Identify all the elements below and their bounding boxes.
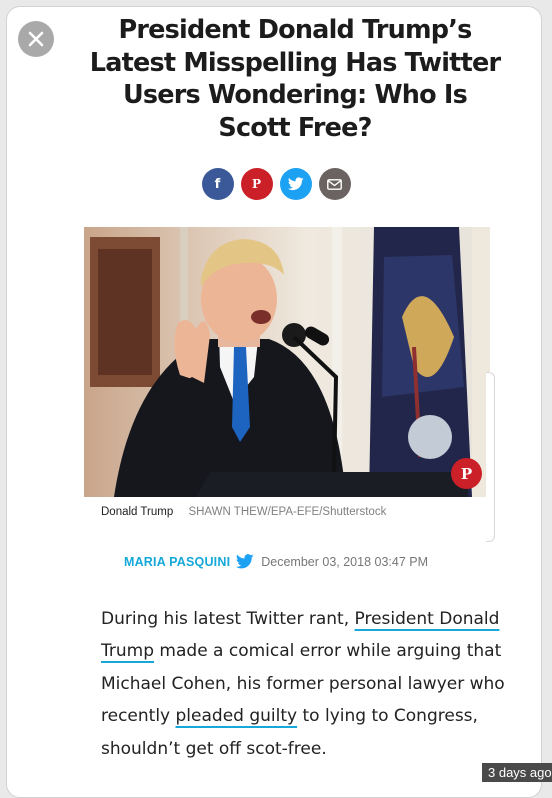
author-link[interactable]: MARIA PASQUINI	[124, 555, 230, 569]
share-buttons: f P	[0, 168, 552, 200]
publish-date: December 03, 2018 03:47 PM	[261, 554, 429, 569]
twitter-bird-icon	[236, 554, 254, 569]
caption-subject: Donald Trump	[101, 506, 174, 518]
caption-credit: SHAWN THEW/EPA-EFE/Shutterstock	[188, 506, 387, 518]
pleaded-guilty-link[interactable]: pleaded guilty	[176, 706, 298, 726]
article-body: During his latest Twitter rant, Presiden…	[101, 603, 511, 765]
article-photo	[84, 227, 490, 497]
close-icon	[28, 31, 44, 47]
side-panel-edge	[486, 372, 495, 542]
author-twitter-link[interactable]	[236, 554, 254, 569]
envelope-icon	[327, 178, 342, 190]
pin-image-button[interactable]: P	[451, 458, 482, 489]
pinterest-share-button[interactable]: P	[240, 168, 273, 200]
pinterest-icon: P	[251, 177, 262, 191]
body-text-part: During his latest Twitter rant,	[101, 609, 355, 629]
timestamp-badge: 3 days ago	[482, 763, 552, 782]
pinterest-icon: P	[460, 464, 473, 483]
twitter-share-button[interactable]	[279, 168, 312, 200]
facebook-icon: f	[214, 176, 221, 192]
facebook-share-button[interactable]: f	[201, 168, 234, 200]
twitter-bird-icon	[287, 177, 304, 191]
byline: MARIA PASQUINI December 03, 2018 03:47 P…	[0, 554, 552, 569]
close-button[interactable]	[18, 21, 54, 57]
email-share-button[interactable]	[318, 168, 351, 200]
article-headline: President Donald Trump’s Latest Misspell…	[89, 15, 501, 143]
photo-caption: Donald Trump SHAWN THEW/EPA-EFE/Shutters…	[101, 506, 386, 518]
